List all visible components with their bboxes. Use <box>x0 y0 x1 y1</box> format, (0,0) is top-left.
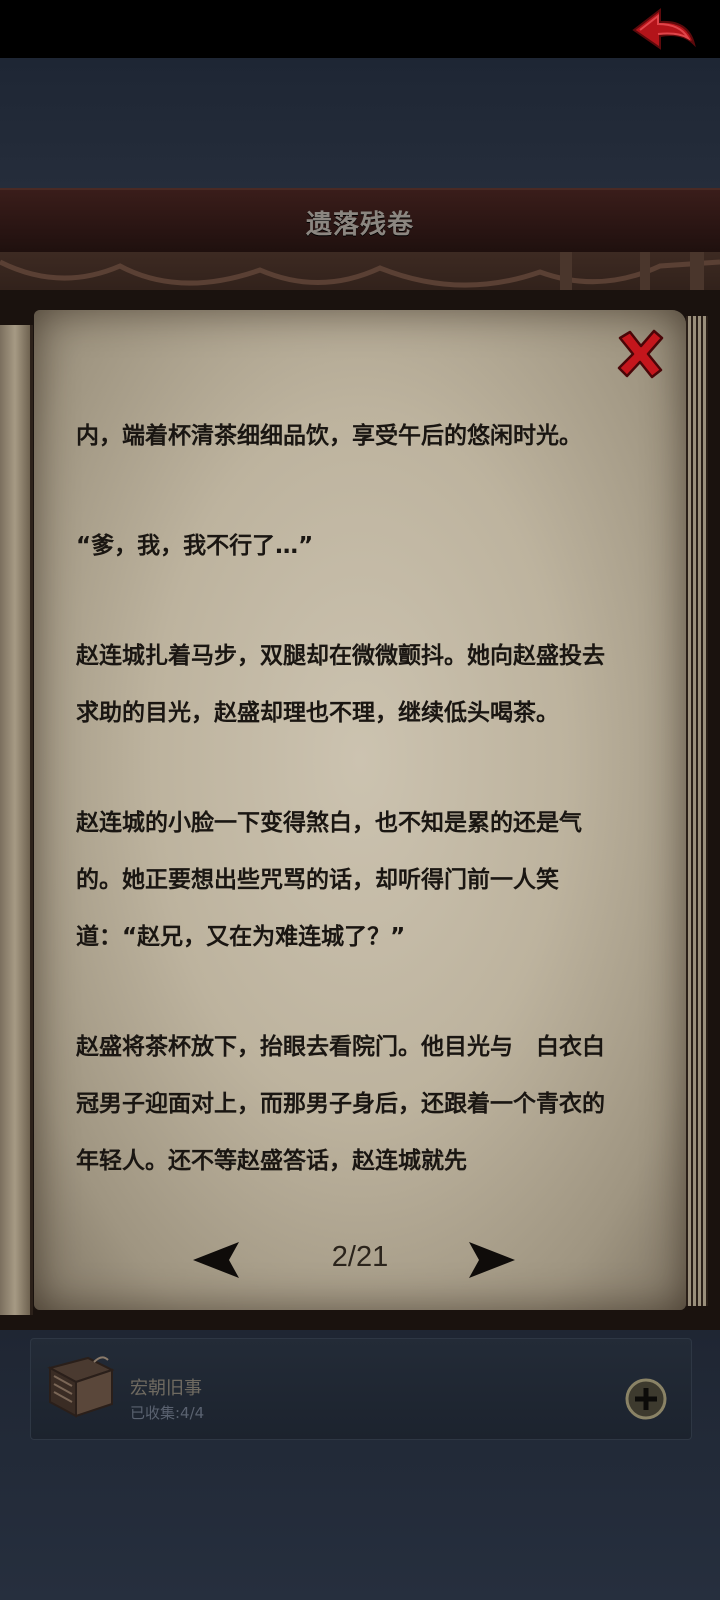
close-x-icon <box>617 329 664 379</box>
previous-page-button[interactable] <box>191 1240 243 1280</box>
next-page-button[interactable] <box>465 1240 517 1280</box>
right-triangle-icon <box>469 1242 515 1278</box>
add-button[interactable] <box>624 1377 668 1421</box>
page-edges <box>686 316 708 1306</box>
paragraph: 赵连城扎着马步，双腿却在微微颤抖。她向赵盛投去求助的目光，赵盛却理也不理，继续低… <box>76 643 605 726</box>
collection-count: 已收集:4/4 <box>130 1404 205 1422</box>
page-indicator: 2/21 <box>331 1241 389 1273</box>
back-button[interactable] <box>630 4 700 58</box>
close-button[interactable] <box>614 328 666 380</box>
story-text: 内，端着杯清茶细细品饮，享受午后的悠闲时光。 “爹，我，我不行了…” 赵连城扎着… <box>76 408 621 1238</box>
page-title: 遗落残卷 <box>305 210 414 240</box>
left-triangle-icon <box>193 1242 239 1278</box>
header-bar: 遗落残卷 <box>0 188 720 254</box>
status-bar <box>0 0 720 58</box>
paragraph: “爹，我，我不行了…” <box>76 533 314 559</box>
paragraph: 赵连城的小脸一下变得煞白，也不知是累的还是气的。她正要想出些咒骂的话，却听得门前… <box>76 810 582 950</box>
collection-title: 宏朝旧事 <box>130 1378 202 1399</box>
paragraph: 内，端着杯清茶细细品饮，享受午后的悠闲时光。 <box>76 423 582 449</box>
book-spine <box>0 325 33 1315</box>
back-arrow-icon <box>632 7 696 50</box>
book-icon <box>42 1350 118 1424</box>
paragraph: 赵盛将茶杯放下，抬眼去看院门。他目光与 白衣白冠男子迎面对上，而那男子身后，还跟… <box>76 1034 605 1174</box>
plus-circle-icon <box>625 1378 667 1420</box>
background-top <box>0 58 720 188</box>
